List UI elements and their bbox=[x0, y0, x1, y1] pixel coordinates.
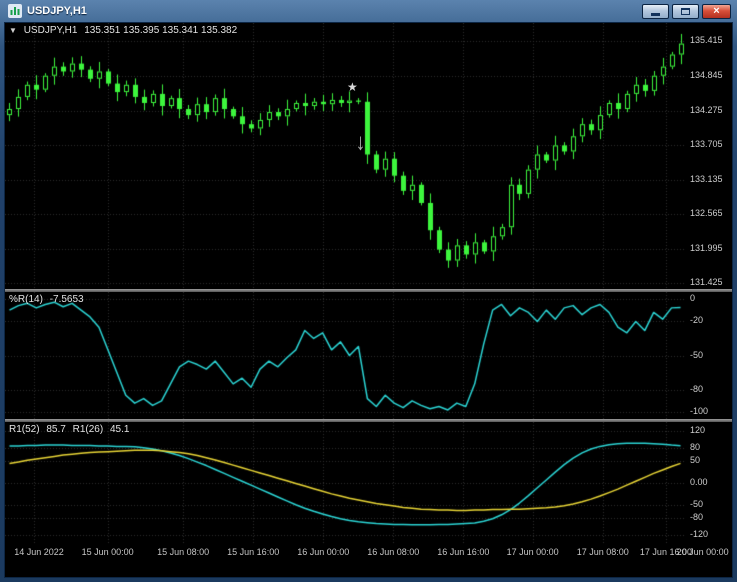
axis-tick-label: 132.565 bbox=[690, 208, 723, 219]
r1-indicator-pane[interactable]: R1(52) 85.7 R1(26) 45.1 120 80 50 0.00 -50 -8… bbox=[5, 422, 732, 544]
axis-tick-label: 134.845 bbox=[690, 70, 723, 81]
price-canvas[interactable] bbox=[5, 23, 685, 289]
time-axis-label: 15 Jun 16:00 bbox=[227, 547, 280, 557]
axis-tick-label: -80 bbox=[690, 383, 704, 394]
close-button[interactable]: × bbox=[702, 3, 731, 19]
minimize-button[interactable] bbox=[642, 3, 669, 19]
titlebar[interactable]: USDJPY,H1 × bbox=[4, 0, 733, 22]
axis-tick-label: -50 bbox=[690, 349, 704, 360]
chart-area: ★ ↓ ▼ USDJPY,H1 135.351 135.395 135.341 1… bbox=[4, 22, 733, 578]
axis-tick-label: 134.275 bbox=[690, 104, 723, 115]
price-axis[interactable]: 135.415 134.845 134.275 133.705 133.135 132.5… bbox=[684, 23, 732, 289]
r1-fast-name: R1(52) bbox=[9, 424, 40, 435]
symbol-dropdown-icon[interactable]: ▼ bbox=[9, 26, 17, 35]
chart-symbol-label: USDJPY,H1 bbox=[23, 25, 78, 36]
williams-percent-r-pane[interactable]: %R(14) -7.5653 0 -20 -50 -80 -100 bbox=[5, 292, 732, 419]
time-axis-label: 16 Jun 16:00 bbox=[437, 547, 490, 557]
r1-fast-value: 85.7 bbox=[46, 424, 66, 435]
minimize-icon bbox=[651, 12, 660, 16]
time-axis-label: 17 Jun 08:00 bbox=[576, 547, 629, 557]
axis-tick-label: 135.415 bbox=[690, 35, 723, 46]
r1-indicator-label: R1(52) 85.7 R1(26) 45.1 bbox=[9, 424, 129, 435]
axis-tick-label: 131.425 bbox=[690, 277, 723, 288]
axis-tick-label: 50 bbox=[690, 455, 701, 466]
wpr-name: %R(14) bbox=[9, 294, 43, 305]
axis-tick-label: 133.705 bbox=[690, 139, 723, 150]
maximize-button[interactable] bbox=[672, 3, 699, 19]
axis-tick-label: 0 bbox=[690, 292, 696, 303]
window-controls: × bbox=[642, 3, 731, 19]
r1-axis[interactable]: 120 80 50 0.00 -50 -80 -120 bbox=[684, 422, 732, 544]
axis-tick-label: 120 bbox=[690, 424, 706, 435]
axis-tick-label: 133.135 bbox=[690, 173, 723, 184]
axis-tick-label: -100 bbox=[690, 406, 709, 417]
r1-canvas[interactable] bbox=[5, 422, 685, 544]
time-axis-label: 14 Jun 2022 bbox=[14, 547, 64, 557]
axis-tick-label: -50 bbox=[690, 498, 704, 509]
wpr-indicator-label: %R(14) -7.5653 bbox=[9, 294, 84, 305]
axis-tick-label: -20 bbox=[690, 315, 704, 326]
axis-tick-label: -80 bbox=[690, 511, 704, 522]
time-axis-label: 15 Jun 08:00 bbox=[157, 547, 210, 557]
axis-tick-label: 0.00 bbox=[690, 477, 708, 487]
time-axis-label: 15 Jun 00:00 bbox=[81, 547, 134, 557]
time-axis[interactable]: 14 Jun 2022 15 Jun 00:00 15 Jun 08:00 15 Ju… bbox=[5, 544, 732, 562]
application-window: USDJPY,H1 × ★ ↓ ▼ USDJPY,H1 135.351 135.3… bbox=[0, 0, 737, 582]
price-pane[interactable]: ★ ↓ ▼ USDJPY,H1 135.351 135.395 135.341 1… bbox=[5, 23, 732, 289]
maximize-icon bbox=[681, 7, 690, 15]
r1-slow-name: R1(26) bbox=[72, 424, 104, 435]
wpr-value: -7.5653 bbox=[49, 294, 84, 305]
time-axis-label: 16 Jun 08:00 bbox=[367, 547, 420, 557]
wpr-axis[interactable]: 0 -20 -50 -80 -100 bbox=[684, 292, 732, 419]
axis-tick-label: -120 bbox=[690, 529, 709, 540]
r1-slow-value: 45.1 bbox=[109, 424, 130, 435]
chart-ohlc-values: 135.351 135.395 135.341 135.382 bbox=[84, 25, 238, 36]
wpr-canvas[interactable] bbox=[5, 292, 685, 419]
symbol-ohlc-label: ▼ USDJPY,H1 135.351 135.395 135.341 135.… bbox=[9, 25, 237, 36]
close-icon: × bbox=[713, 4, 720, 17]
app-icon bbox=[8, 4, 22, 18]
axis-tick-label: 131.995 bbox=[690, 242, 723, 253]
time-axis-label: 17 Jun 00:00 bbox=[506, 547, 559, 557]
time-axis-label: 20 Jun 00:00 bbox=[676, 547, 729, 557]
axis-tick-label: 80 bbox=[690, 442, 701, 453]
time-axis-label: 16 Jun 00:00 bbox=[297, 547, 350, 557]
window-title: USDJPY,H1 bbox=[27, 5, 87, 17]
